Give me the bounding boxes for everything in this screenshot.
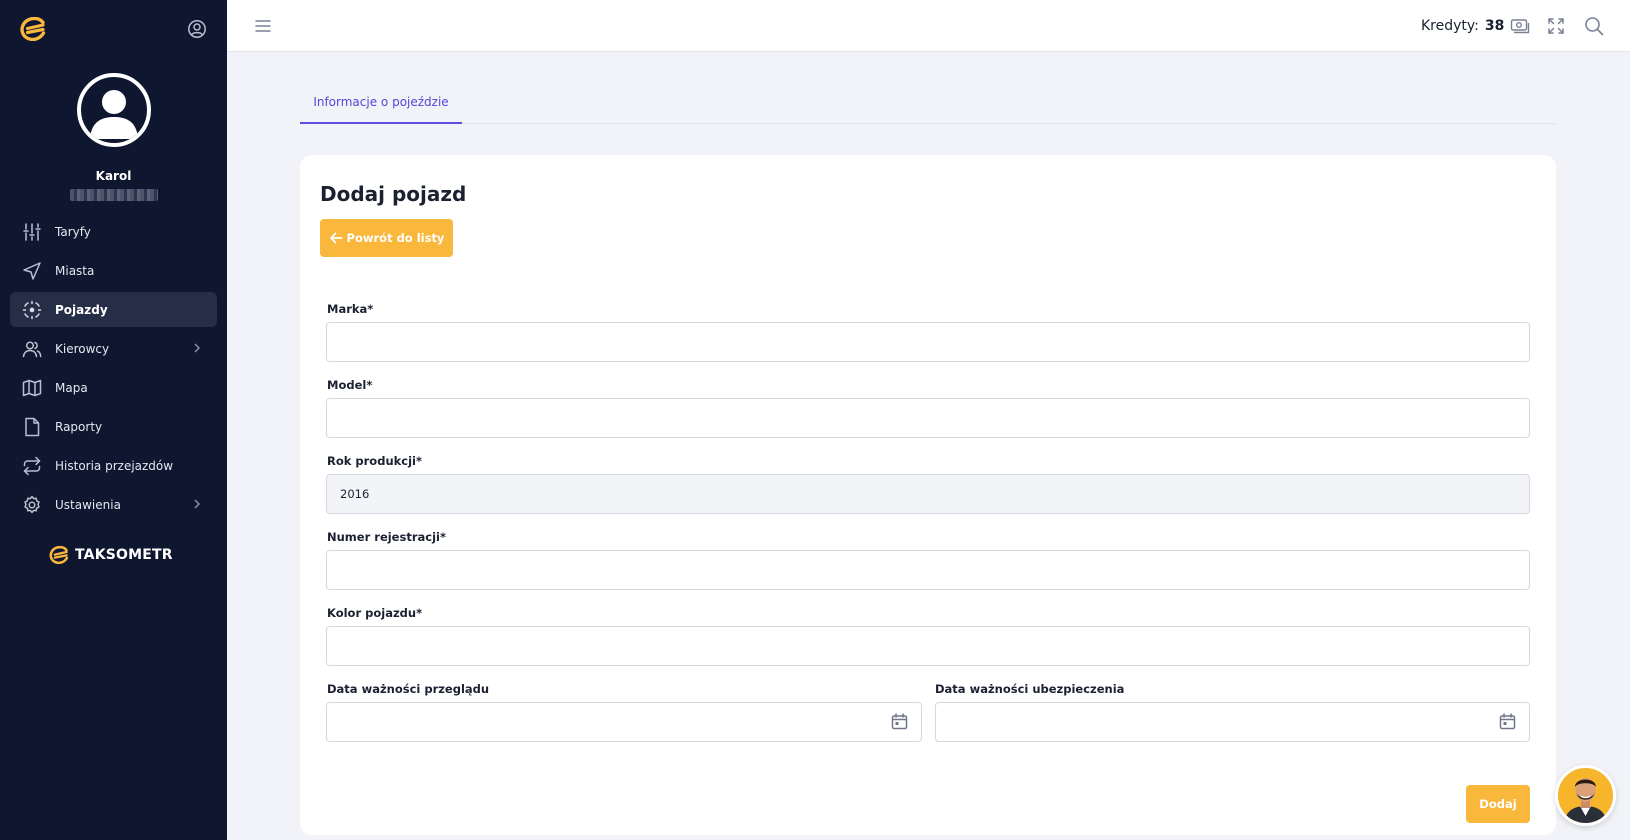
sidebar-item-label: Historia przejazdów <box>55 458 174 473</box>
app-logo-icon[interactable] <box>19 17 47 41</box>
back-to-list-button[interactable]: Powrót do listy <box>320 219 453 257</box>
data-przegladu-input[interactable] <box>326 702 922 742</box>
marka-label: Marka* <box>327 302 374 316</box>
support-agent-icon <box>1564 778 1607 823</box>
credits-display: Kredyty: 38 <box>1421 16 1530 36</box>
vehicle-form-card: Dodaj pojazd Powrót do listy Marka* Mode… <box>300 155 1556 835</box>
avatar[interactable] <box>77 73 151 147</box>
numer-rejestracji-label: Numer rejestracji* <box>327 530 446 544</box>
chat-support-avatar[interactable] <box>1555 765 1616 826</box>
brand-name: TAKSOMETR <box>75 547 173 563</box>
file-icon <box>22 417 42 437</box>
gear-icon <box>22 495 42 515</box>
navigation-icon <box>22 261 42 281</box>
user-email-blurred <box>70 189 158 201</box>
user-circle-icon[interactable] <box>187 19 207 39</box>
sidebar-item-label: Kierowcy <box>55 341 110 356</box>
topbar: Kredyty: 38 <box>227 0 1630 52</box>
submit-add-button[interactable]: Dodaj <box>1466 785 1530 823</box>
sidebar-item-label: Mapa <box>55 380 88 395</box>
brand-logo-icon <box>49 546 69 564</box>
users-icon <box>22 339 42 359</box>
data-przegladu-label: Data ważności przeglądu <box>327 682 490 696</box>
page-title: Dodaj pojazd <box>320 182 467 206</box>
tab-informacje[interactable]: Informacje o pojeździe <box>300 84 462 124</box>
sidebar-item-label: Raporty <box>55 419 103 434</box>
person-icon <box>90 90 138 139</box>
cash-icon[interactable] <box>1510 17 1530 35</box>
model-input[interactable] <box>326 398 1530 438</box>
data-ubezpieczenia-field <box>935 702 1530 742</box>
data-ubezpieczenia-input[interactable] <box>935 702 1530 742</box>
brand-logo: TAKSOMETR <box>48 544 173 566</box>
sliders-icon <box>22 222 42 242</box>
user-name: Karol <box>95 169 132 183</box>
numer-rejestracji-input[interactable] <box>326 550 1530 590</box>
data-ubezpieczenia-label: Data ważności ubezpieczenia <box>935 682 1125 696</box>
calendar-icon[interactable] <box>1499 713 1516 730</box>
fullscreen-icon[interactable] <box>1547 17 1565 35</box>
sidebar-item-label: Miasta <box>55 263 95 278</box>
credits-label: Kredyty: <box>1421 18 1479 34</box>
sidebar-item-kierowcy[interactable]: Kierowcy <box>10 331 217 366</box>
credits-value: 38 <box>1484 18 1505 34</box>
sidebar-item-label: Ustawienia <box>55 497 121 512</box>
search-icon[interactable] <box>1584 16 1604 36</box>
arrow-left-icon <box>329 232 342 244</box>
sidebar-item-mapa[interactable]: Mapa <box>10 370 217 405</box>
rok-produkcji-label: Rok produkcji* <box>327 454 422 468</box>
sidebar-nav: Taryfy Miasta Pojazdy Kierowcy Mapa Rapo… <box>10 214 217 526</box>
sidebar-item-historia[interactable]: Historia przejazdów <box>10 448 217 483</box>
sidebar-item-label: Pojazdy <box>55 302 108 317</box>
hamburger-menu-icon[interactable] <box>254 17 272 35</box>
sidebar-item-taryfy[interactable]: Taryfy <box>10 214 217 249</box>
model-label: Model* <box>327 378 373 392</box>
sidebar-item-pojazdy[interactable]: Pojazdy <box>10 292 217 327</box>
chevron-right-icon <box>194 499 200 509</box>
repeat-icon <box>22 456 42 476</box>
back-button-label: Powrót do listy <box>346 231 445 245</box>
kolor-pojazdu-input[interactable] <box>326 626 1530 666</box>
marka-input[interactable] <box>326 322 1530 362</box>
sidebar-item-raporty[interactable]: Raporty <box>10 409 217 444</box>
sidebar-item-miasta[interactable]: Miasta <box>10 253 217 288</box>
calendar-icon[interactable] <box>891 713 908 730</box>
sidebar-header <box>0 0 227 56</box>
sidebar-item-ustawienia[interactable]: Ustawienia <box>10 487 217 522</box>
map-icon <box>22 378 42 398</box>
chevron-right-icon <box>194 343 200 353</box>
kolor-pojazdu-label: Kolor pojazdu* <box>327 606 423 620</box>
rok-produkcji-input[interactable] <box>326 474 1530 514</box>
tab-bar: Informacje o pojeździe <box>300 84 1556 124</box>
vehicle-icon <box>22 300 42 320</box>
data-przegladu-field <box>326 702 922 742</box>
sidebar: Karol Taryfy Miasta Pojazdy Kierowcy Map… <box>0 0 227 840</box>
sidebar-item-label: Taryfy <box>55 224 91 239</box>
